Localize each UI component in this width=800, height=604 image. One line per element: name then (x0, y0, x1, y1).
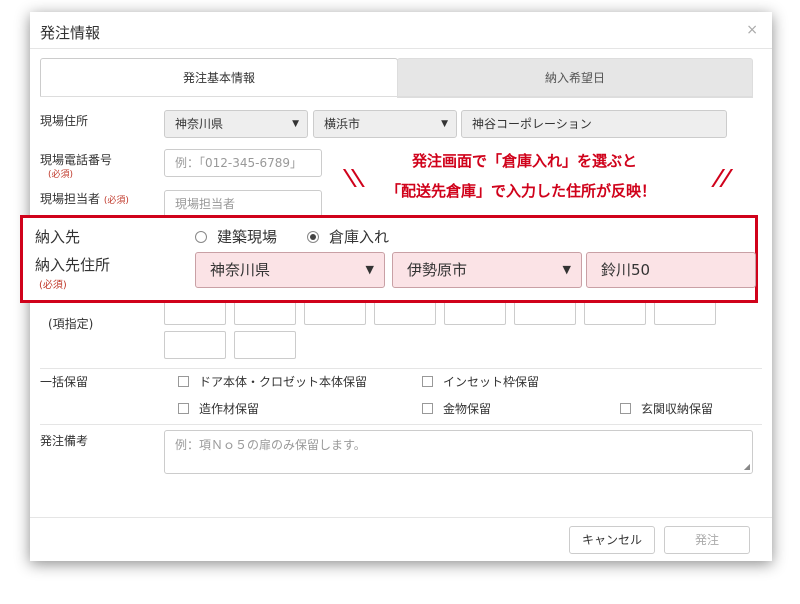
hold-millwork-checkbox[interactable]: 造作材保留 (178, 400, 259, 417)
hold-door-label: ドア本体・クロゼット本体保留 (199, 375, 368, 389)
site-manager-input[interactable]: 現場担当者 (164, 190, 322, 218)
required-mark: (必須) (48, 170, 74, 180)
site-company-value: 神谷コーポレーション (472, 117, 592, 131)
site-city-select[interactable]: 横浜市 ▼ (313, 110, 457, 138)
notes-textarea[interactable]: 例：項Ｎｏ５の扉のみ保留します。 ◢ (164, 430, 753, 474)
divider (40, 368, 762, 369)
radio-construction-site-label: 建築現場 (217, 228, 278, 246)
order-button[interactable]: 発注 (664, 526, 750, 554)
hold-entrance-storage-checkbox[interactable]: 玄関収納保留 (620, 400, 713, 417)
checkbox-icon (422, 403, 433, 414)
hold-all-label: 一括保留 (40, 375, 89, 389)
checkbox-icon (178, 403, 189, 414)
hold-hardware-checkbox[interactable]: 金物保留 (422, 400, 491, 417)
delivery-prefecture-value: 神奈川県 (210, 261, 271, 279)
location-box[interactable] (164, 331, 226, 359)
site-manager-label: 現場担当者 (必須) (40, 190, 129, 207)
required-mark: (必須) (103, 196, 129, 206)
annotation-line-1: 発注画面で「倉庫入れ」を選ぶと (412, 152, 638, 170)
delivery-street-value: 鈴川50 (601, 261, 651, 279)
chevron-down-icon: ▼ (292, 119, 299, 129)
location-box[interactable] (234, 331, 296, 359)
radio-warehouse-label: 倉庫入れ (329, 228, 390, 246)
dialog-title: 発注情報 (40, 24, 101, 42)
delivery-destination-label: 納入先 (35, 228, 81, 246)
divider (40, 424, 762, 425)
delivery-city-select[interactable]: 伊勢原市 ▼ (392, 252, 582, 288)
delivery-address-label: 納入先住所 (35, 256, 111, 274)
site-city-value: 横浜市 (324, 117, 361, 131)
tabs-underline (40, 96, 752, 97)
hold-hardware-label: 金物保留 (443, 402, 492, 416)
cancel-button[interactable]: キャンセル (569, 526, 655, 554)
divider (30, 517, 772, 518)
hold-entrance-storage-label: 玄関収納保留 (641, 402, 714, 416)
required-mark: (必須) (39, 280, 67, 291)
site-prefecture-value: 神奈川県 (175, 117, 224, 131)
site-address-label: 現場住所 (40, 114, 89, 128)
checkbox-icon (620, 403, 631, 414)
location-designation-label: (項指定) (48, 317, 94, 331)
site-phone-input[interactable]: 例：「012-345-6789」 (164, 149, 322, 177)
hold-door-checkbox[interactable]: ドア本体・クロゼット本体保留 (178, 373, 367, 390)
hold-millwork-label: 造作材保留 (199, 402, 260, 416)
chevron-down-icon: ▼ (365, 263, 374, 276)
radio-construction-site[interactable]: 建築現場 (195, 226, 277, 247)
delivery-city-value: 伊勢原市 (407, 261, 468, 279)
annotation-line-2: 「配送先倉庫」で入力した住所が反映！ (386, 182, 657, 200)
tab-delivery-date[interactable]: 納入希望日 (397, 58, 753, 98)
chevron-down-icon: ▼ (441, 119, 448, 129)
checkbox-icon (422, 376, 433, 387)
hold-inset-checkbox[interactable]: インセット枠保留 (422, 373, 539, 390)
checkbox-icon (178, 376, 189, 387)
chevron-down-icon: ▼ (562, 263, 571, 276)
close-icon[interactable]: × (746, 22, 758, 38)
radio-warehouse[interactable]: 倉庫入れ (307, 226, 389, 247)
radio-icon (195, 231, 207, 243)
hold-inset-label: インセット枠保留 (443, 375, 540, 389)
site-phone-label: 現場電話番号 (40, 153, 113, 167)
delivery-prefecture-select[interactable]: 神奈川県 ▼ (195, 252, 385, 288)
notes-label: 発注備考 (40, 434, 89, 448)
radio-selected-icon (307, 231, 319, 243)
delivery-street-input[interactable]: 鈴川50 (586, 252, 756, 288)
site-manager-label-text: 現場担当者 (40, 192, 101, 206)
delivery-destination-callout: 納入先 建築現場 倉庫入れ 納入先住所 (必須) 神奈川県 ▼ 伊勢原市 ▼ 鈴… (20, 215, 758, 303)
resize-grip-icon[interactable]: ◢ (744, 462, 750, 471)
divider (30, 48, 772, 49)
site-company-field[interactable]: 神谷コーポレーション (461, 110, 727, 138)
tab-basic-info[interactable]: 発注基本情報 (40, 58, 398, 97)
site-prefecture-select[interactable]: 神奈川県 ▼ (164, 110, 308, 138)
notes-placeholder: 例：項Ｎｏ５の扉のみ保留します。 (175, 438, 366, 452)
